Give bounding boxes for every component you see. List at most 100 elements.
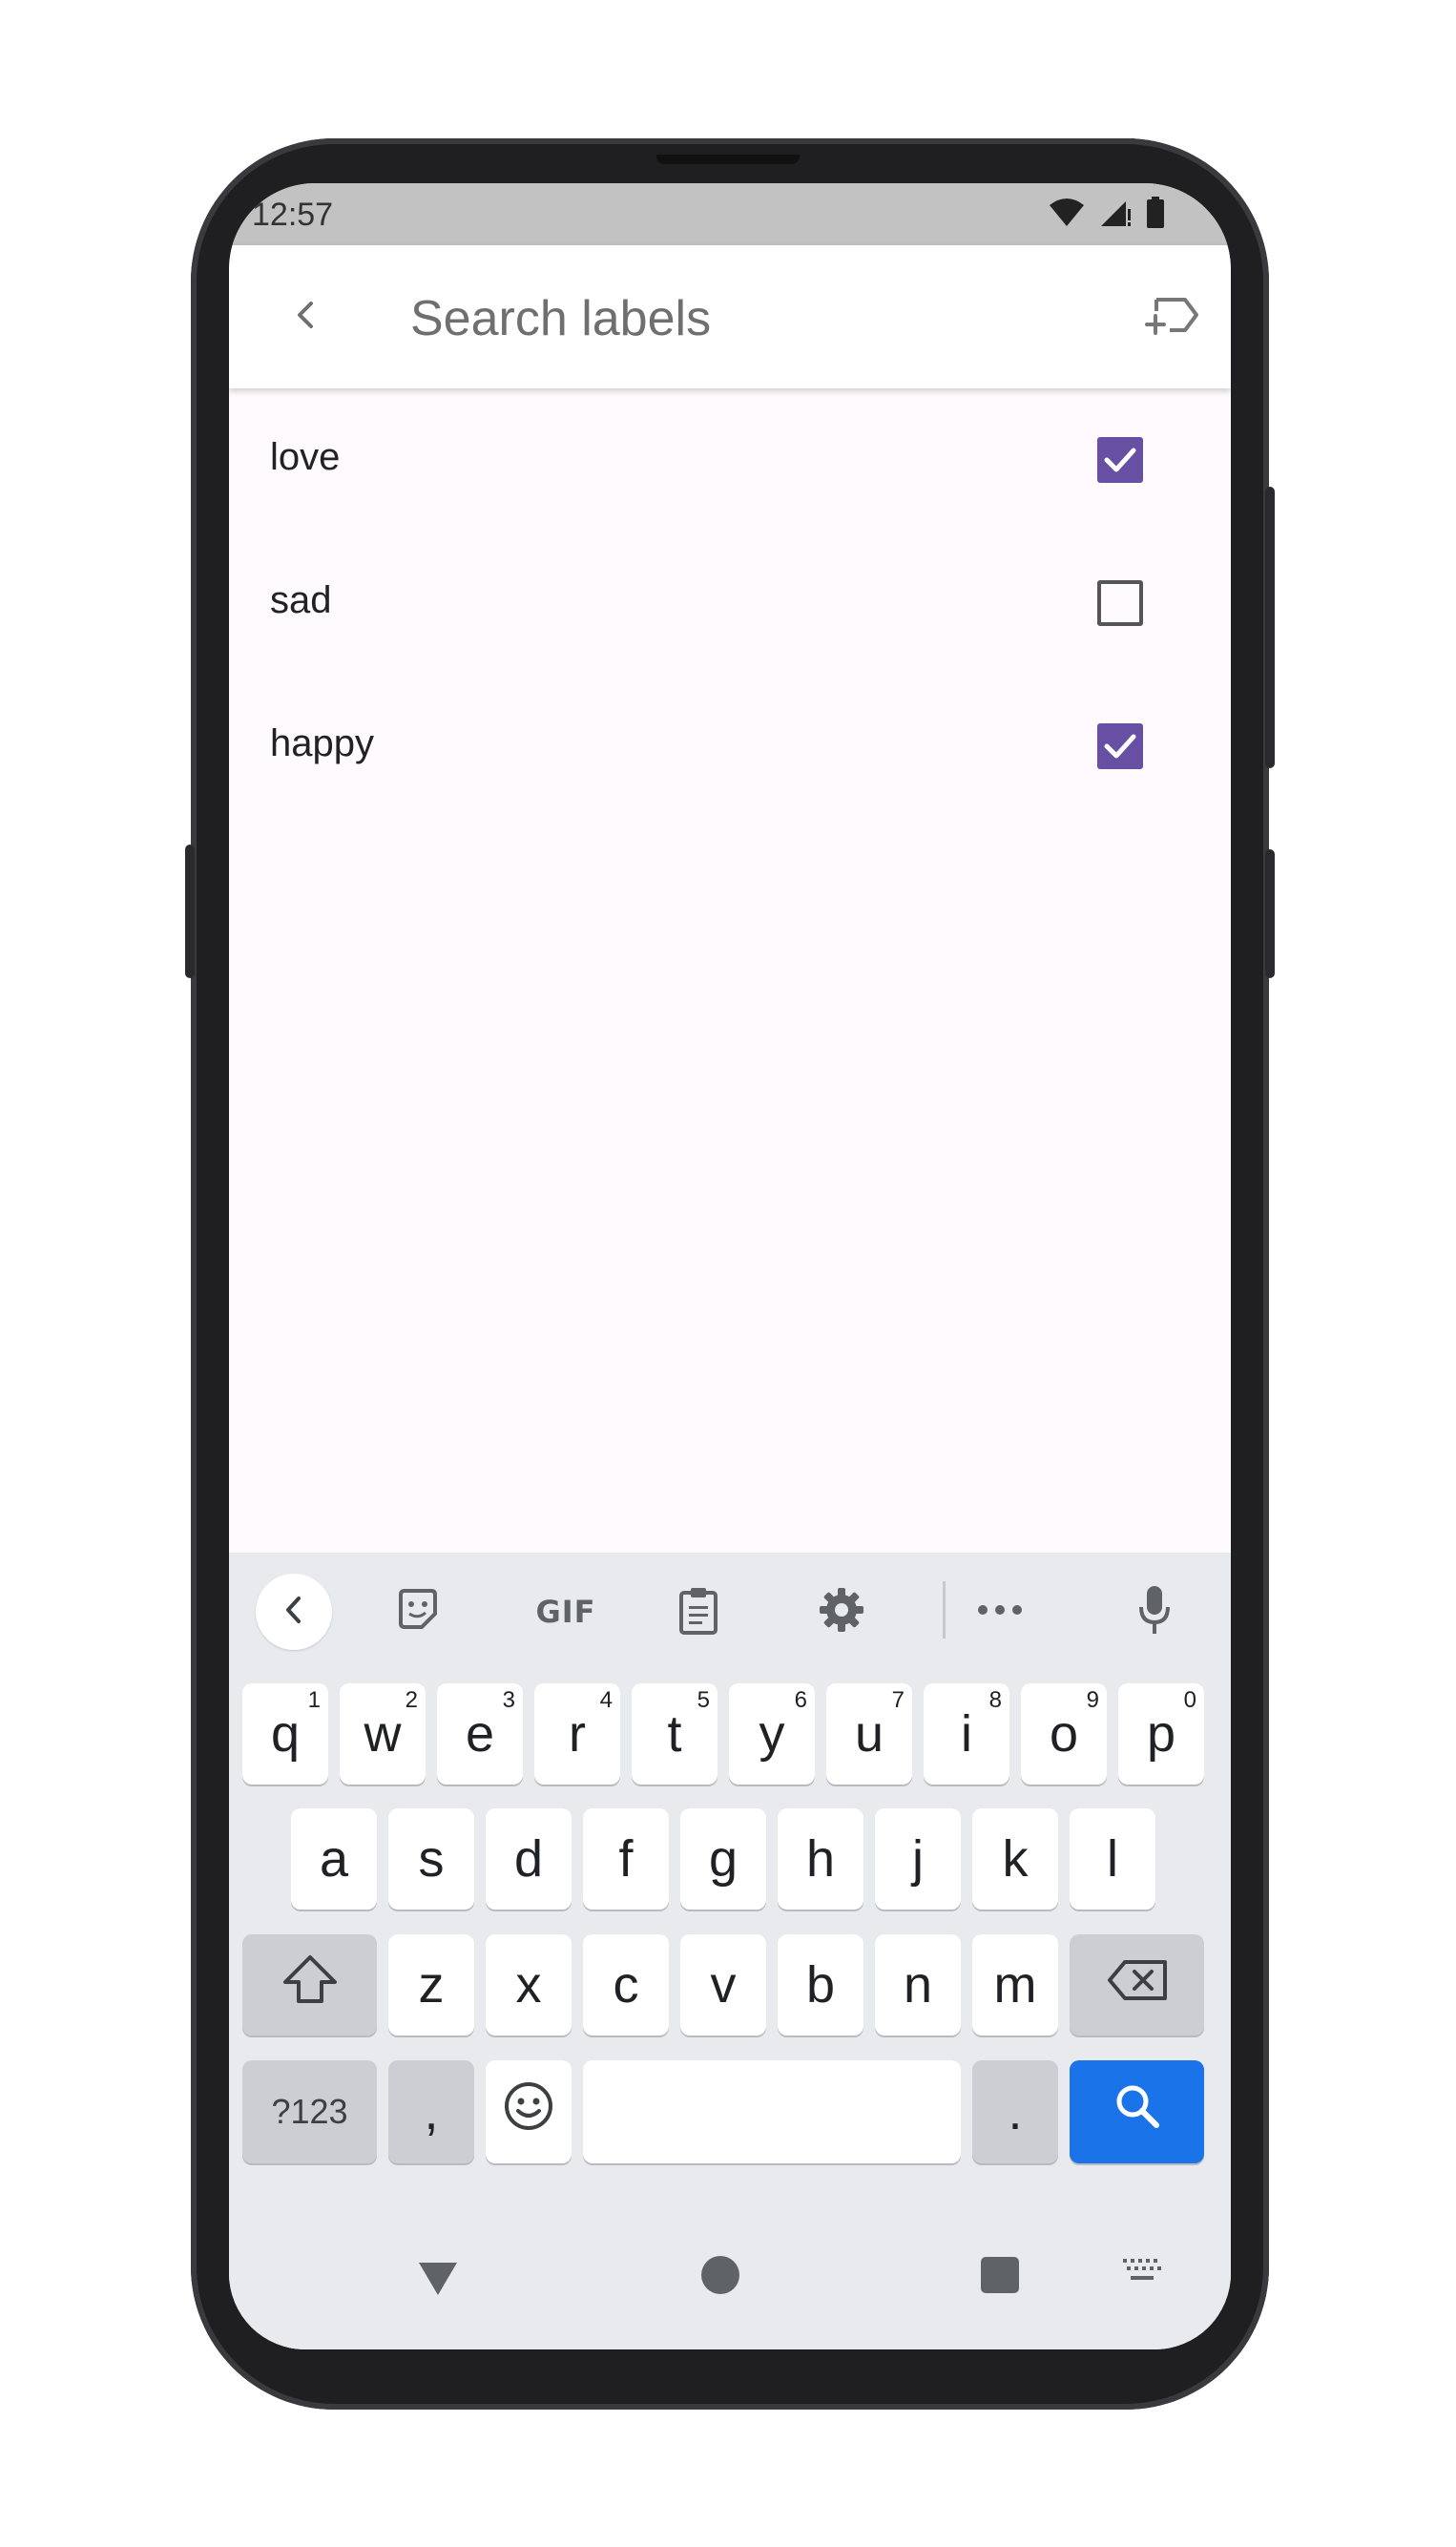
key-p[interactable]: p0	[1118, 1683, 1204, 1785]
power-button	[1265, 487, 1275, 768]
side-button-left	[185, 845, 195, 978]
key-l[interactable]: l	[1070, 1808, 1155, 1910]
back-button[interactable]	[277, 288, 334, 345]
sticker-button[interactable]	[389, 1583, 447, 1640]
key-v[interactable]: v	[680, 1934, 766, 2036]
chevron-left-icon	[294, 298, 317, 337]
key-hint: 5	[697, 1687, 710, 1713]
sticker-icon	[395, 1587, 441, 1638]
microphone-icon	[1137, 1584, 1172, 1640]
label-list: love sad happy	[229, 388, 1231, 818]
label-checkbox[interactable]	[1097, 723, 1143, 769]
key-m[interactable]: m	[972, 1934, 1058, 2036]
symbols-key[interactable]: ?123	[242, 2060, 377, 2163]
battery-icon	[1145, 197, 1166, 234]
key-hint: 8	[988, 1687, 1002, 1713]
label-checkbox[interactable]	[1097, 437, 1143, 483]
status-bar: 12:57	[229, 183, 1231, 245]
nav-home-button[interactable]	[701, 2256, 739, 2294]
key-label: r	[569, 1705, 586, 1763]
key-label: t	[667, 1705, 682, 1763]
collapse-toolbar-button[interactable]	[256, 1574, 332, 1650]
backspace-icon	[1106, 1955, 1169, 2015]
key-hint: 7	[891, 1687, 905, 1713]
speaker-notch	[656, 155, 800, 164]
key-h[interactable]: h	[778, 1808, 863, 1910]
label-checkbox[interactable]	[1097, 580, 1143, 626]
search-key[interactable]	[1070, 2060, 1204, 2163]
key-e[interactable]: e3	[437, 1683, 523, 1785]
key-y[interactable]: y6	[729, 1683, 815, 1785]
list-item[interactable]: love	[229, 388, 1231, 532]
key-w[interactable]: w2	[340, 1683, 426, 1785]
emoji-key[interactable]	[486, 2060, 572, 2163]
key-label: y	[759, 1705, 785, 1763]
key-z[interactable]: z	[388, 1934, 474, 2036]
label-name: sad	[270, 579, 332, 621]
more-icon	[976, 1603, 1024, 1621]
volume-button	[1265, 849, 1275, 978]
key-d[interactable]: d	[486, 1808, 572, 1910]
nav-recents-button[interactable]	[981, 2257, 1019, 2293]
key-hint: 2	[405, 1687, 418, 1713]
settings-icon	[818, 1586, 865, 1639]
key-hint: 4	[599, 1687, 613, 1713]
page-title: Search labels	[410, 291, 712, 346]
navigation-bar	[229, 2211, 1231, 2349]
key-label: u	[854, 1705, 884, 1763]
key-r[interactable]: r4	[534, 1683, 620, 1785]
label-name: happy	[270, 722, 374, 764]
key-i[interactable]: i8	[924, 1683, 1009, 1785]
key-g[interactable]: g	[680, 1808, 766, 1910]
shift-key[interactable]	[242, 1934, 377, 2036]
key-o[interactable]: o9	[1021, 1683, 1107, 1785]
key-label: i	[961, 1705, 972, 1763]
key-label: e	[465, 1705, 495, 1763]
list-item[interactable]: happy	[229, 675, 1231, 818]
key-hint: 9	[1086, 1687, 1099, 1713]
screen: 12:57 Search labels love sad happy GIF q…	[229, 183, 1231, 2349]
key-t[interactable]: t5	[632, 1683, 718, 1785]
backspace-key[interactable]	[1070, 1934, 1204, 2036]
key-k[interactable]: k	[972, 1808, 1058, 1910]
triangle-down-icon	[419, 2263, 457, 2295]
period-key[interactable]: .	[972, 2060, 1058, 2163]
key-q[interactable]: q1	[242, 1683, 328, 1785]
key-x[interactable]: x	[486, 1934, 572, 2036]
key-label: o	[1049, 1705, 1079, 1763]
voice-input-button[interactable]	[1126, 1583, 1183, 1640]
key-hint: 6	[794, 1687, 807, 1713]
gif-button[interactable]: GIF	[523, 1583, 609, 1640]
key-hint: 1	[307, 1687, 321, 1713]
key-hint: 0	[1183, 1687, 1196, 1713]
key-u[interactable]: u7	[826, 1683, 912, 1785]
key-a[interactable]: a	[291, 1808, 377, 1910]
signal-icon	[1099, 198, 1132, 233]
comma-key[interactable]: ,	[388, 2060, 474, 2163]
key-b[interactable]: b	[778, 1934, 863, 2036]
key-label: p	[1146, 1705, 1176, 1763]
collapse-icon	[283, 1594, 304, 1631]
list-item[interactable]: sad	[229, 532, 1231, 675]
nav-back-button[interactable]	[417, 2261, 459, 2302]
key-n[interactable]: n	[875, 1934, 961, 2036]
keyboard-toolbar: GIF	[229, 1553, 1231, 1667]
create-label-button[interactable]	[1141, 288, 1202, 345]
settings-button[interactable]	[813, 1583, 870, 1640]
gif-label: GIF	[535, 1594, 596, 1630]
clipboard-icon	[677, 1585, 719, 1639]
toolbar-divider	[943, 1581, 946, 1639]
wifi-icon	[1048, 198, 1086, 233]
key-label: q	[270, 1705, 301, 1763]
key-j[interactable]: j	[875, 1808, 961, 1910]
key-c[interactable]: c	[583, 1934, 669, 2036]
keyboard-switch-button[interactable]	[1121, 2257, 1163, 2290]
space-key[interactable]	[583, 2060, 961, 2163]
key-s[interactable]: s	[388, 1808, 474, 1910]
clipboard-button[interactable]	[670, 1583, 727, 1640]
shift-icon	[281, 1953, 339, 2017]
key-f[interactable]: f	[583, 1808, 669, 1910]
key-label: w	[364, 1705, 402, 1763]
key-hint: 3	[502, 1687, 515, 1713]
more-button[interactable]	[971, 1583, 1029, 1640]
